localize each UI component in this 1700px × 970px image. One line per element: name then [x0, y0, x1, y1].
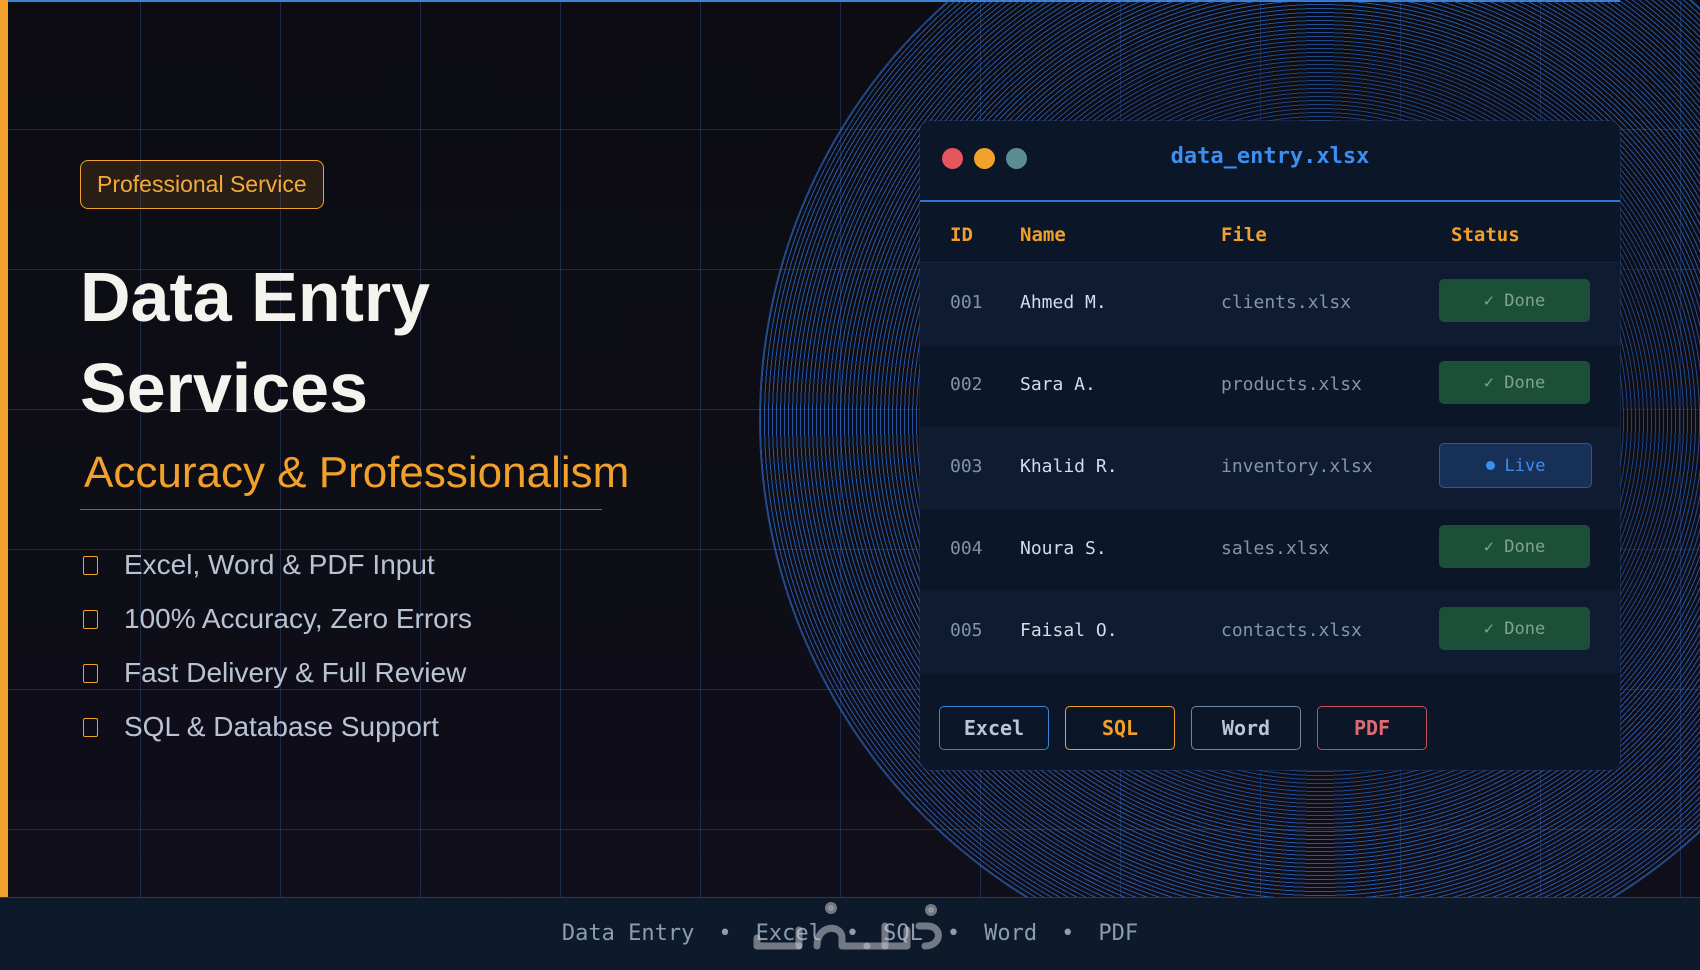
- cell-file: contacts.xlsx: [1221, 620, 1362, 641]
- footer-item: Word: [984, 921, 1038, 946]
- left-accent-bar: [0, 0, 8, 897]
- subtitle-underline: [80, 509, 602, 510]
- cell-id: 001: [950, 292, 983, 313]
- format-tags: Excel SQL Word PDF: [939, 706, 1427, 750]
- cell-id: 002: [950, 374, 983, 395]
- column-header-id: ID: [950, 224, 973, 246]
- cell-file: sales.xlsx: [1221, 538, 1330, 559]
- column-header-status: Status: [1451, 224, 1520, 246]
- hero-title-line-1: Data Entry: [80, 258, 431, 336]
- cell-name: Ahmed M.: [1020, 292, 1107, 313]
- feature-text: Excel, Word & PDF Input: [124, 549, 435, 580]
- column-header-name: Name: [1020, 224, 1066, 246]
- status-badge-done: ✓ Done: [1439, 607, 1590, 650]
- hero-title-line-2: Services: [80, 349, 369, 427]
- live-dot-icon: [1485, 461, 1495, 470]
- cell-id: 005: [950, 620, 983, 641]
- checkbox-icon: [83, 609, 98, 629]
- status-badge-live: Live: [1439, 443, 1592, 488]
- footer-separator: •: [1061, 921, 1075, 946]
- window-titlebar: data_entry.xlsx: [920, 121, 1620, 202]
- khamsat-watermark-logo: [753, 902, 942, 950]
- cell-name: Sara A.: [1020, 374, 1096, 395]
- feature-item: Fast Delivery & Full Review: [80, 646, 472, 700]
- hero-subtitle: Accuracy & Professionalism: [84, 448, 630, 497]
- cell-file: inventory.xlsx: [1221, 456, 1373, 477]
- checkbox-icon: [83, 555, 98, 575]
- table-row[interactable]: 003 Khalid R. inventory.xlsx Live: [920, 427, 1620, 509]
- footer-separator: •: [718, 921, 732, 946]
- status-badge-done: ✓ Done: [1439, 361, 1590, 404]
- feature-text: SQL & Database Support: [124, 711, 439, 742]
- cell-file: products.xlsx: [1221, 374, 1362, 395]
- table-row[interactable]: 005 Faisal O. contacts.xlsx ✓ Done: [920, 591, 1620, 673]
- professional-service-badge: Professional Service: [80, 160, 324, 209]
- feature-text: 100% Accuracy, Zero Errors: [124, 603, 473, 634]
- cell-file: clients.xlsx: [1221, 292, 1352, 313]
- feature-item: SQL & Database Support: [80, 700, 472, 754]
- feature-list: Excel, Word & PDF Input 100% Accuracy, Z…: [80, 538, 472, 754]
- table-row[interactable]: 001 Ahmed M. clients.xlsx ✓ Done: [920, 263, 1620, 345]
- status-badge-done: ✓ Done: [1439, 279, 1590, 322]
- feature-text: Fast Delivery & Full Review: [124, 657, 467, 688]
- column-header-file: File: [1221, 224, 1267, 246]
- feature-item: 100% Accuracy, Zero Errors: [80, 592, 472, 646]
- cell-id: 004: [950, 538, 983, 559]
- table-row[interactable]: 004 Noura S. sales.xlsx ✓ Done: [920, 509, 1620, 591]
- checkbox-icon: [83, 663, 98, 683]
- table-header: ID Name File Status: [920, 202, 1620, 263]
- feature-item: Excel, Word & PDF Input: [80, 538, 472, 592]
- status-badge-done: ✓ Done: [1439, 525, 1590, 568]
- tag-word-button[interactable]: Word: [1191, 706, 1301, 750]
- cell-name: Noura S.: [1020, 538, 1107, 559]
- tag-sql-button[interactable]: SQL: [1065, 706, 1175, 750]
- footer-item: Data Entry: [561, 921, 695, 946]
- cell-name: Faisal O.: [1020, 620, 1118, 641]
- cell-id: 003: [950, 456, 983, 477]
- status-live-text: Live: [1504, 455, 1546, 476]
- cell-name: Khalid R.: [1020, 456, 1118, 477]
- hero-title: Data Entry Services: [80, 252, 430, 434]
- tag-pdf-button[interactable]: PDF: [1317, 706, 1427, 750]
- window-title: data_entry.xlsx: [1170, 144, 1370, 169]
- table-row[interactable]: 002 Sara A. products.xlsx ✓ Done: [920, 345, 1620, 427]
- poster-canvas: Professional Service Data Entry Services…: [0, 0, 1700, 970]
- footer-item: PDF: [1098, 921, 1139, 946]
- checkbox-icon: [83, 717, 98, 737]
- tag-excel-button[interactable]: Excel: [939, 706, 1049, 750]
- spreadsheet-window: data_entry.xlsx ID Name File Status 001 …: [920, 121, 1620, 770]
